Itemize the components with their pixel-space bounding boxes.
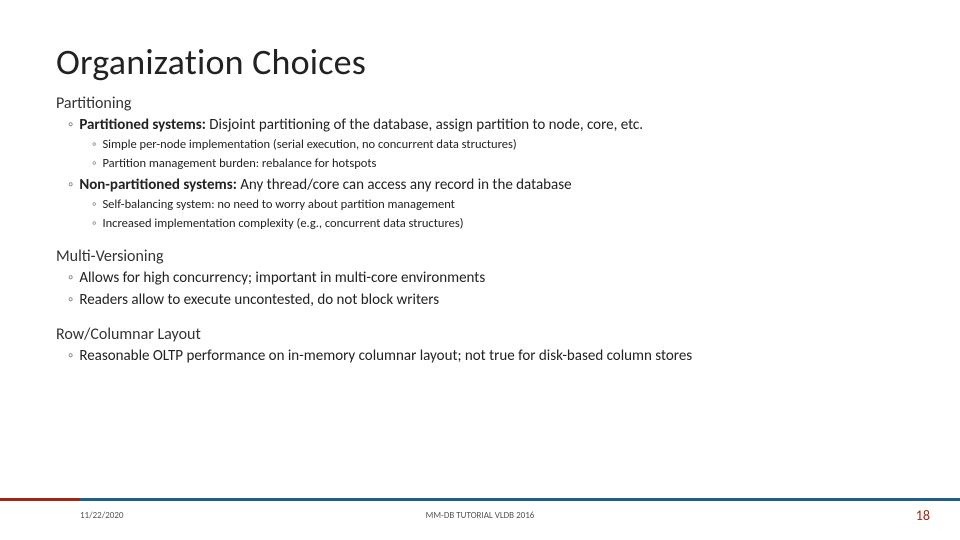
bullet-rest: Disjoint partitioning of the database, a… [206, 116, 643, 134]
bullet: ◦ Readers allow to execute uncontested, … [68, 290, 904, 310]
bullet-text: Allows for high concurrency; important i… [79, 268, 485, 288]
bullet-lead: Partitioned systems: [79, 116, 206, 134]
subbullet: ◦ Partition management burden: rebalance… [92, 156, 904, 173]
bullet-text: Increased implementation complexity (e.g… [102, 216, 463, 233]
bullet-text: Non-partitioned systems: Any thread/core… [79, 175, 571, 195]
subbullet: ◦ Simple per-node implementation (serial… [92, 137, 904, 154]
bullet-text: Partitioned systems: Disjoint partitioni… [79, 115, 643, 135]
bullet-text: Reasonable OLTP performance on in-memory… [79, 346, 692, 366]
footer-center: MM-DB TUTORIAL VLDB 2016 [426, 510, 535, 521]
bullet-marker: ◦ [68, 346, 73, 366]
bullet-text: Simple per-node implementation (serial e… [102, 137, 516, 154]
bullet-text: Partition management burden: rebalance f… [102, 156, 376, 173]
bullet-lead: Non-partitioned systems: [79, 176, 237, 194]
bullet-marker: ◦ [68, 115, 73, 135]
section-multiversioning-head: Multi-Versioning [56, 247, 904, 266]
footer-date: 11/22/2020 [80, 510, 123, 521]
footer-page-number: 18 [916, 507, 930, 524]
bullet-marker: ◦ [92, 216, 96, 233]
bullet-text: Readers allow to execute uncontested, do… [79, 290, 439, 310]
bullet: ◦ Reasonable OLTP performance on in-memo… [68, 346, 904, 366]
section-partitioning-head: Partitioning [56, 94, 904, 113]
section-layout-head: Row/Columnar Layout [56, 325, 904, 344]
bullet: ◦ Allows for high concurrency; important… [68, 268, 904, 288]
bullet-text: Self-balancing system: no need to worry … [102, 197, 454, 214]
bullet-marker: ◦ [92, 156, 96, 173]
subbullet: ◦ Increased implementation complexity (e… [92, 216, 904, 233]
bullet-marker: ◦ [68, 268, 73, 288]
bullet-nonpartitioned-systems: ◦ Non-partitioned systems: Any thread/co… [68, 175, 904, 195]
bullet-marker: ◦ [68, 290, 73, 310]
bullet-partitioned-systems: ◦ Partitioned systems: Disjoint partitio… [68, 115, 904, 135]
slide-title: Organization Choices [56, 40, 904, 84]
bullet-marker: ◦ [68, 175, 73, 195]
subbullet: ◦ Self-balancing system: no need to worr… [92, 197, 904, 214]
bullet-marker: ◦ [92, 137, 96, 154]
bullet-marker: ◦ [92, 197, 96, 214]
slide-footer: 11/22/2020 MM-DB TUTORIAL VLDB 2016 18 [0, 498, 960, 526]
bullet-rest: Any thread/core can access any record in… [237, 176, 572, 194]
slide: Organization Choices Partitioning ◦ Part… [0, 0, 960, 540]
